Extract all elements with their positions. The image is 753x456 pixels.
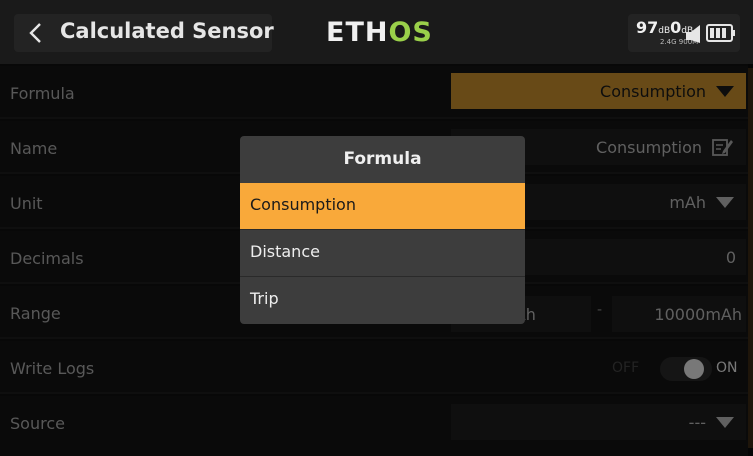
option-label: Trip bbox=[250, 289, 279, 308]
signal-icon bbox=[686, 25, 700, 43]
rssi-value-1: 97 bbox=[636, 18, 659, 37]
option-distance[interactable]: Distance bbox=[240, 229, 525, 275]
rssi-readout: 97dB0dB bbox=[636, 18, 693, 37]
option-label: Distance bbox=[250, 242, 320, 261]
rssi-unit-1: dB bbox=[658, 26, 671, 36]
header-bar: Calculated Sensor ETHOS 97dB0dB 2.4G 900… bbox=[0, 0, 753, 64]
option-trip[interactable]: Trip bbox=[240, 276, 525, 322]
option-label: Consumption bbox=[250, 195, 356, 214]
rssi-value-2: 0 bbox=[670, 18, 682, 37]
formula-popup: Formula Consumption Distance Trip bbox=[240, 136, 525, 324]
ethos-logo: ETHOS bbox=[326, 17, 433, 48]
page-title: Calculated Sensor bbox=[60, 19, 274, 43]
back-arrow-icon[interactable] bbox=[24, 21, 48, 45]
logo-prefix: ETH bbox=[326, 17, 389, 48]
screen: Calculated Sensor ETHOS 97dB0dB 2.4G 900… bbox=[0, 0, 753, 456]
logo-suffix: OS bbox=[388, 17, 433, 48]
battery-icon bbox=[706, 24, 735, 42]
option-consumption[interactable]: Consumption bbox=[240, 183, 525, 229]
popup-title: Formula bbox=[343, 149, 422, 169]
